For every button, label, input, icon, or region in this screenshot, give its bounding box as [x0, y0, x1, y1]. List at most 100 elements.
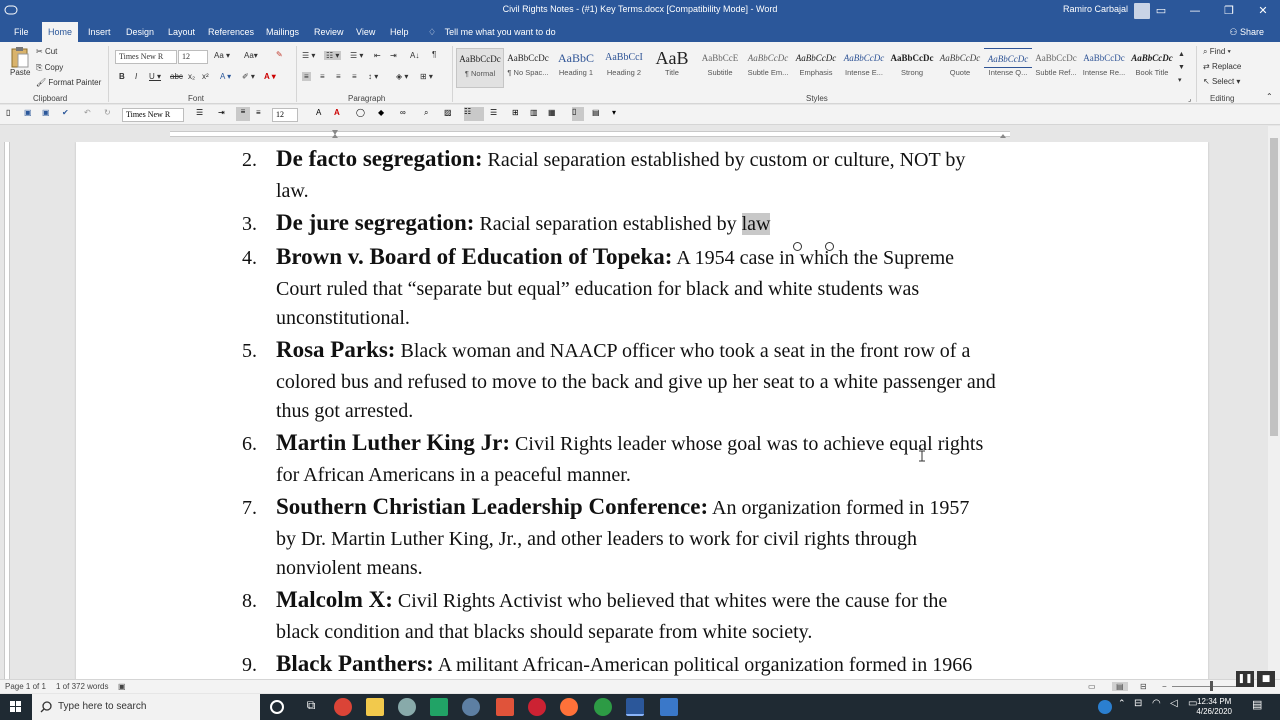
- styles-dialog-launcher-icon[interactable]: ⌟: [1188, 95, 1191, 103]
- collapse-ribbon-icon[interactable]: ⌃: [1266, 92, 1273, 101]
- align-right-button[interactable]: ≡: [336, 72, 341, 81]
- tell-me-box[interactable]: ♢ Tell me what you want to do: [428, 22, 556, 42]
- tab-file[interactable]: File: [8, 22, 35, 42]
- ribbon-display-icon[interactable]: ▭: [1144, 0, 1178, 22]
- style-book-title[interactable]: AaBbCcDc Book Title: [1128, 48, 1176, 88]
- style-subtle-reference[interactable]: AaBbCcDc Subtle Ref...: [1032, 48, 1080, 88]
- style-intense-emphasis[interactable]: AaBbCcDc Intense E...: [840, 48, 888, 88]
- text-effects-icon[interactable]: A: [316, 108, 326, 118]
- paint-icon[interactable]: ◆: [378, 108, 388, 118]
- sort-button[interactable]: A↓: [410, 51, 419, 60]
- share-button[interactable]: ⚇ Share: [1229, 22, 1264, 42]
- stop-icon[interactable]: ■: [1257, 671, 1275, 687]
- table-icon[interactable]: ⊞: [512, 108, 522, 118]
- edge-icon[interactable]: [1098, 700, 1112, 714]
- style-heading-2[interactable]: AaBbCcI Heading 2: [600, 48, 648, 88]
- show-formatting-button[interactable]: ¶: [432, 50, 436, 59]
- style-quote[interactable]: AaBbCcDc Quote: [936, 48, 984, 88]
- firefox-icon[interactable]: [560, 698, 578, 716]
- replace-button[interactable]: ⇄ Replace: [1203, 62, 1241, 71]
- zoom-out-icon[interactable]: −: [1162, 682, 1167, 691]
- redo-icon[interactable]: ↻: [104, 108, 114, 118]
- app-icon[interactable]: [660, 698, 678, 716]
- paste-button[interactable]: Paste: [10, 46, 30, 77]
- clear-formatting-icon[interactable]: ✎: [276, 50, 283, 59]
- style-subtitle[interactable]: AaBbCcE Subtitle: [696, 48, 744, 88]
- grow-font-button[interactable]: Aa ▾: [214, 51, 230, 60]
- picture-icon[interactable]: ▨: [444, 108, 454, 118]
- center-button[interactable]: ≡: [320, 72, 325, 81]
- find-button[interactable]: ⌕ Find ▾: [1203, 47, 1231, 57]
- underline-button[interactable]: U ▾: [149, 72, 161, 81]
- bullets-icon[interactable]: ☰: [196, 108, 206, 118]
- vertical-ruler[interactable]: [0, 142, 14, 679]
- style-emphasis[interactable]: AaBbCcDc Emphasis: [792, 48, 840, 88]
- volume-icon[interactable]: ◁: [1170, 698, 1188, 716]
- customize-toolbar-icon[interactable]: ▾: [612, 108, 622, 118]
- user-name[interactable]: Ramiro Carbajal: [1063, 4, 1128, 14]
- borders-button[interactable]: ⊞ ▾: [420, 72, 433, 81]
- tab-review[interactable]: Review: [308, 22, 350, 42]
- grid-icon[interactable]: ▦: [548, 108, 558, 118]
- tab-design[interactable]: Design: [120, 22, 160, 42]
- task-view-icon[interactable]: ⧉: [302, 698, 320, 716]
- subscript-button[interactable]: x₂: [188, 72, 195, 81]
- font-color-button[interactable]: A ▾: [264, 72, 276, 81]
- zoom-slider-thumb[interactable]: [1210, 681, 1213, 691]
- restore-button[interactable]: ❐: [1212, 0, 1246, 22]
- style-intense-reference[interactable]: AaBbCcDc Intense Re...: [1080, 48, 1128, 88]
- increase-indent-button[interactable]: ⇥: [390, 51, 397, 60]
- cortana-icon[interactable]: [270, 700, 284, 714]
- numbering-button[interactable]: ☷ ▾: [324, 51, 342, 60]
- style-strong[interactable]: AaBbCcDc Strong: [888, 48, 936, 88]
- web-layout-icon[interactable]: ⊟: [1140, 682, 1147, 691]
- horizontal-ruler[interactable]: [0, 126, 1280, 142]
- pause-icon[interactable]: ❚❚: [1236, 671, 1254, 687]
- app-icon[interactable]: [462, 698, 480, 716]
- tab-home[interactable]: Home: [42, 22, 79, 42]
- notifications-icon[interactable]: ▤: [1252, 698, 1270, 716]
- proofing-icon[interactable]: ▣: [118, 682, 126, 691]
- styles-scroll-arrows[interactable]: ▲ ▼ ▾: [1178, 48, 1185, 87]
- view-icon[interactable]: ▤: [592, 108, 602, 118]
- copy-button[interactable]: ⎘ Copy: [36, 63, 63, 73]
- text-effects-button[interactable]: A ▾: [220, 72, 231, 81]
- style-no-spacing[interactable]: AaBbCcDc ¶ No Spac...: [504, 48, 552, 88]
- page-icon[interactable]: ▯: [572, 107, 584, 121]
- align-right-icon[interactable]: ≡: [256, 108, 266, 118]
- decrease-indent-button[interactable]: ⇤: [374, 51, 381, 60]
- new-doc-icon[interactable]: ▯: [6, 108, 16, 118]
- highlight-button[interactable]: ✐ ▾: [242, 72, 255, 81]
- style-normal[interactable]: AaBbCcDc ¶ Normal: [456, 48, 504, 88]
- font-name-select-2[interactable]: Times New R: [122, 108, 184, 122]
- strikethrough-button[interactable]: abc: [170, 72, 183, 81]
- tab-layout[interactable]: Layout: [162, 22, 201, 42]
- font-size-select[interactable]: 12: [178, 50, 208, 64]
- style-title[interactable]: AaB Title: [648, 48, 696, 88]
- bullets-button[interactable]: ☰ ▾: [302, 51, 315, 60]
- document-page[interactable]: 2. De facto segregation: Racial separati…: [76, 142, 1208, 679]
- print-layout-icon[interactable]: ▤: [1112, 682, 1128, 691]
- page-count[interactable]: Page 1 of 1: [5, 682, 46, 691]
- font-color-icon[interactable]: A: [334, 108, 344, 118]
- format-painter-button[interactable]: 🖌 Format Painter: [36, 78, 101, 87]
- read-mode-icon[interactable]: ▭: [1088, 682, 1096, 691]
- close-button[interactable]: ✕: [1246, 0, 1280, 22]
- shading-button[interactable]: ◈ ▾: [396, 72, 408, 81]
- indent-icon[interactable]: ⇥: [218, 108, 228, 118]
- tab-help[interactable]: Help: [384, 22, 415, 42]
- link-icon[interactable]: ∞: [400, 108, 410, 118]
- save-icon[interactable]: ▣: [24, 108, 34, 118]
- select-button[interactable]: ↖ Select ▾: [1203, 77, 1240, 86]
- multilevel-list-button[interactable]: ☰ ▾: [350, 51, 363, 60]
- style-intense-quote[interactable]: AaBbCcDc Intense Q...: [984, 48, 1032, 88]
- word-icon[interactable]: [626, 698, 644, 716]
- network-icon[interactable]: ⊟: [1134, 698, 1152, 716]
- bold-button[interactable]: B: [119, 72, 125, 81]
- columns-icon[interactable]: ▥: [530, 108, 540, 118]
- wifi-icon[interactable]: ◠: [1152, 698, 1170, 716]
- document-area[interactable]: 2. De facto segregation: Racial separati…: [14, 142, 1268, 679]
- tab-view[interactable]: View: [350, 22, 381, 42]
- undo-icon[interactable]: ↶: [84, 108, 94, 118]
- shapes-icon[interactable]: ◯: [356, 108, 366, 118]
